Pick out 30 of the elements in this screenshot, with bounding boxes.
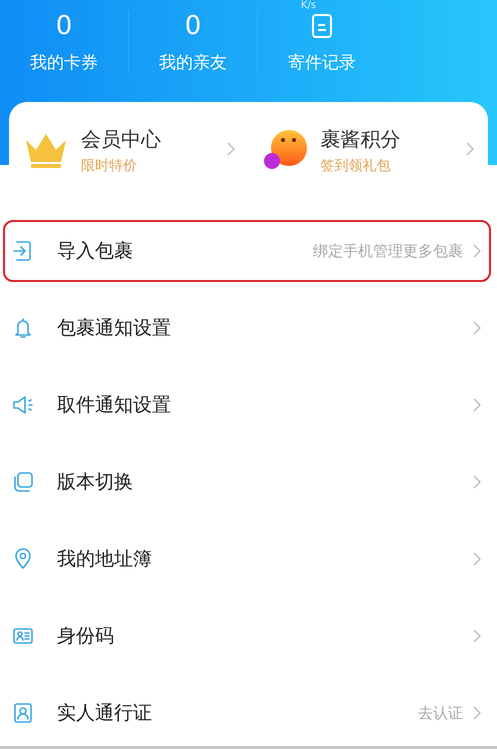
speaker-icon bbox=[11, 393, 35, 417]
count: 0 bbox=[184, 11, 202, 41]
chevron-icon bbox=[473, 244, 481, 258]
chevron-icon bbox=[473, 629, 481, 643]
chevron-icon bbox=[473, 706, 481, 720]
person-card-icon bbox=[11, 701, 35, 725]
layers-icon bbox=[11, 470, 35, 494]
chevron-icon bbox=[473, 552, 481, 566]
menu-hint: 绑定手机管理更多包裹 bbox=[313, 242, 463, 260]
chevron-icon bbox=[473, 475, 481, 489]
promo-subtitle: 签到领礼包 bbox=[320, 156, 392, 174]
chevron-icon bbox=[226, 142, 234, 156]
chevron-icon bbox=[466, 142, 474, 156]
document-icon bbox=[311, 13, 333, 39]
chevron-icon bbox=[473, 398, 481, 412]
menu-hint: 去认证 bbox=[418, 704, 463, 722]
promo-subtitle: 限时特价 bbox=[81, 156, 138, 174]
menu-item[interactable]: 取件通知设置 bbox=[57, 392, 473, 418]
menu-item[interactable]: 实人通行证 bbox=[57, 700, 418, 726]
menu-item[interactable]: 身份码 bbox=[57, 623, 473, 649]
menu-item[interactable]: 包裹通知设置 bbox=[57, 315, 473, 341]
chevron-icon bbox=[473, 321, 481, 335]
count: 0 bbox=[56, 11, 72, 41]
menu-item[interactable]: 导入包裹 bbox=[57, 238, 313, 264]
promo-title[interactable]: 会员中心 bbox=[81, 126, 226, 152]
menu-item[interactable]: 我的地址簿 bbox=[57, 546, 473, 572]
promo-title[interactable]: 裹酱积分 bbox=[320, 126, 466, 152]
network-speed: K/s bbox=[300, 0, 316, 12]
mascot-icon bbox=[262, 128, 308, 172]
menu-item[interactable]: 版本切换 bbox=[57, 469, 473, 495]
